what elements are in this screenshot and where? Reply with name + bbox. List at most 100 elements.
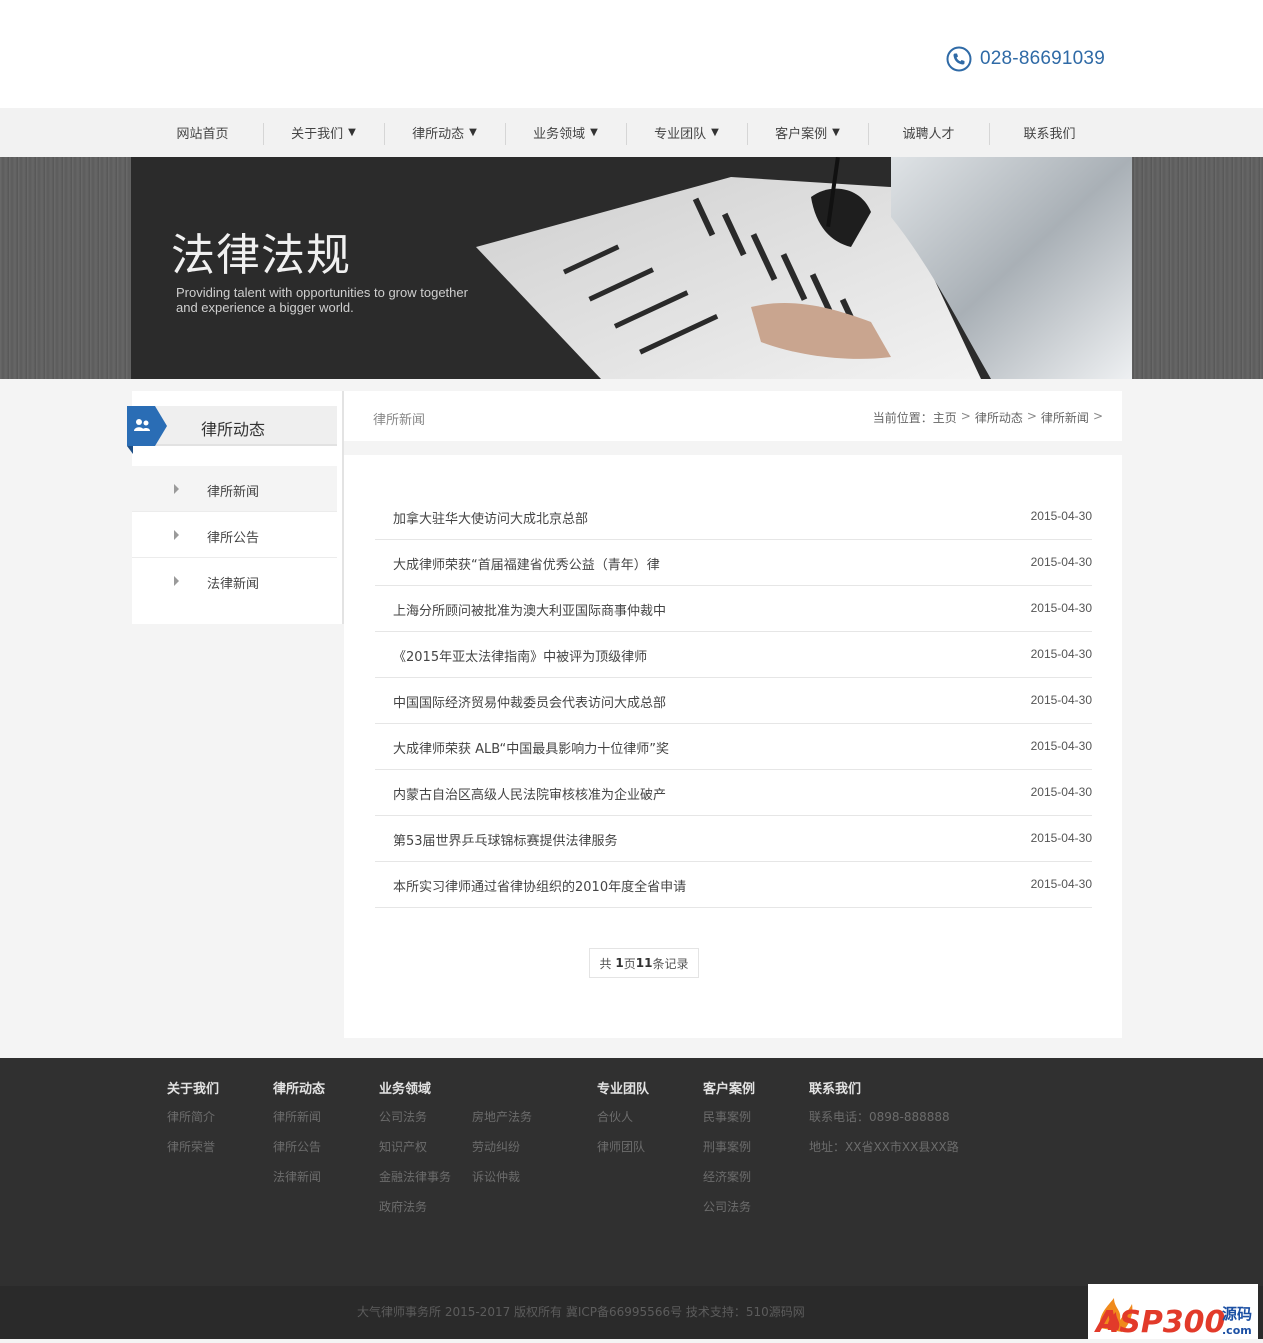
breadcrumb-home[interactable]: 主页 [933, 409, 957, 426]
breadcrumb-news[interactable]: 律所动态 [975, 409, 1023, 426]
news-title[interactable]: 加拿大驻华大使访问大成北京总部 [393, 508, 588, 527]
nav-item-news[interactable]: 律所动态 ▼ [384, 108, 505, 157]
news-title[interactable]: 本所实习律师通过省律协组织的2010年度全省申请 [393, 876, 686, 895]
footer-heading: 联系我们 [809, 1082, 862, 1097]
nav-item-home[interactable]: 网站首页 [142, 108, 263, 157]
pagination-prefix: 共 [599, 956, 616, 971]
news-date: 2015-04-30 [1030, 877, 1092, 891]
pagination-pages: 1 [615, 956, 624, 970]
footer-link[interactable]: 律所公告 [273, 1132, 325, 1162]
news-item[interactable]: 内蒙古自治区高级人民法院审核核准为企业破产 2015-04-30 [375, 770, 1092, 816]
sidebar-title: 律所动态 [201, 420, 266, 439]
phone-number: 028-86691039 [980, 48, 1105, 69]
pagination-suffix: 条记录 [652, 956, 689, 971]
news-title[interactable]: 内蒙古自治区高级人民法院审核核准为企业破产 [393, 784, 666, 803]
footer-link[interactable]: 合伙人 [597, 1102, 649, 1132]
footer-link[interactable]: 知识产权 [379, 1132, 472, 1162]
footer-link[interactable]: 经济案例 [703, 1162, 755, 1192]
nav-item-cases[interactable]: 客户案例 ▼ [747, 108, 868, 157]
banner-title: 法律法规 [171, 230, 351, 281]
asp300-logo-icon: ASP300 源码 .com [1094, 1298, 1252, 1340]
copyright-text: 大气律师事务所 2015-2017 版权所有 冀ICP备66995566号 技术… [357, 1305, 805, 1319]
svg-text:.com: .com [1222, 1324, 1252, 1337]
sidebar-item-label: 律所公告 [207, 531, 260, 546]
news-item[interactable]: 中国国际经济贸易仲裁委员会代表访问大成总部 2015-04-30 [375, 678, 1092, 724]
footer-link[interactable]: 刑事案例 [703, 1132, 755, 1162]
pagination-records: 11 [635, 956, 653, 970]
footer-heading: 关于我们 [167, 1082, 220, 1097]
news-item[interactable]: 《2015年亚太法律指南》中被评为顶级律师 2015-04-30 [375, 632, 1092, 678]
footer-link[interactable]: 律师团队 [597, 1132, 649, 1162]
news-title[interactable]: 第53届世界乒乓球锦标赛提供法律服务 [393, 830, 618, 849]
nav-label: 诚聘人才 [902, 127, 955, 142]
banner-subtitle-line: and experience a bigger world. [176, 300, 354, 315]
news-item[interactable]: 大成律师荣获 ALB“中国最具影响力十位律师”奖 2015-04-30 [375, 724, 1092, 770]
footer-col-practice: 业务领域 公司法务 知识产权 金融法律事务 政府法务 房地产法务 劳动纠纷 诉讼… [379, 1078, 565, 1222]
news-item[interactable]: 本所实习律师通过省律协组织的2010年度全省申请 2015-04-30 [375, 862, 1092, 908]
news-title[interactable]: 上海分所顾问被批准为澳大利亚国际商事仲裁中 [393, 600, 666, 619]
news-title[interactable]: 大成律师荣获“首届福建省优秀公益（青年）律 [393, 554, 660, 573]
sidebar-item-firm-news[interactable]: 律所新闻 [132, 466, 337, 512]
caret-down-icon: ▼ [469, 127, 477, 138]
news-title[interactable]: 中国国际经济贸易仲裁委员会代表访问大成总部 [393, 692, 666, 711]
news-date: 2015-04-30 [1030, 601, 1092, 615]
sidebar-menu: 律所新闻 律所公告 法律新闻 [132, 466, 337, 604]
nav-item-practice[interactable]: 业务领域 ▼ [505, 108, 626, 157]
footer-link[interactable]: 政府法务 [379, 1192, 472, 1222]
section-title: 律所新闻 [373, 413, 426, 428]
news-date: 2015-04-30 [1030, 509, 1092, 523]
footer-col-about: 关于我们 律所简介 律所荣誉 [167, 1078, 219, 1162]
caret-down-icon: ▼ [348, 127, 356, 138]
nav-item-careers[interactable]: 诚聘人才 [868, 108, 989, 157]
svg-text:ASP300: ASP300 [1094, 1305, 1225, 1339]
arrow-right-icon [174, 576, 179, 586]
breadcrumb-separator: > [960, 409, 971, 423]
caret-down-icon: ▼ [832, 127, 840, 138]
sidebar-item-firm-notices[interactable]: 律所公告 [132, 512, 337, 558]
copyright-bar: 大气律师事务所 2015-2017 版权所有 冀ICP备66995566号 技术… [0, 1286, 1263, 1339]
news-date: 2015-04-30 [1030, 555, 1092, 569]
news-list: 加拿大驻华大使访问大成北京总部 2015-04-30 大成律师荣获“首届福建省优秀… [375, 494, 1092, 908]
pagination-mid: 页 [623, 956, 636, 971]
news-date: 2015-04-30 [1030, 693, 1092, 707]
footer-link[interactable]: 诉讼仲裁 [472, 1162, 565, 1192]
caret-down-icon: ▼ [590, 127, 598, 138]
footer-col-team: 专业团队 合伙人 律师团队 [597, 1078, 649, 1162]
footer-heading: 客户案例 [703, 1082, 756, 1097]
footer-address: 地址：XX省XX市XX县XX路 [809, 1140, 959, 1154]
nav-label: 关于我们 [291, 127, 344, 142]
svg-text:源码: 源码 [1222, 1305, 1252, 1323]
news-title[interactable]: 大成律师荣获 ALB“中国最具影响力十位律师”奖 [393, 738, 669, 757]
footer-link[interactable]: 公司法务 [703, 1192, 755, 1222]
pagination-summary: 共 1 页 11 条记录 [589, 948, 699, 978]
nav-item-contact[interactable]: 联系我们 [989, 108, 1110, 157]
news-item[interactable]: 加拿大驻华大使访问大成北京总部 2015-04-30 [375, 494, 1092, 540]
footer-col-news: 律所动态 律所新闻 律所公告 法律新闻 [273, 1078, 325, 1192]
footer-link[interactable]: 金融法律事务 [379, 1162, 472, 1192]
nav-label: 联系我们 [1023, 127, 1076, 142]
footer-heading: 专业团队 [597, 1082, 650, 1097]
news-item[interactable]: 上海分所顾问被批准为澳大利亚国际商事仲裁中 2015-04-30 [375, 586, 1092, 632]
banner: 法律法规 Providing talent with opportunities… [0, 157, 1263, 379]
sidebar-item-label: 律所新闻 [207, 485, 260, 500]
caret-down-icon: ▼ [711, 127, 719, 138]
news-title[interactable]: 《2015年亚太法律指南》中被评为顶级律师 [393, 646, 647, 665]
nav-item-about[interactable]: 关于我们 ▼ [263, 108, 384, 157]
breadcrumb-current[interactable]: 律所新闻 [1041, 409, 1089, 426]
footer-link[interactable]: 公司法务 [379, 1102, 472, 1132]
footer-link[interactable]: 律所荣誉 [167, 1132, 219, 1162]
footer-link[interactable]: 劳动纠纷 [472, 1132, 565, 1162]
sidebar-item-legal-news[interactable]: 法律新闻 [132, 558, 337, 604]
news-content: 加拿大驻华大使访问大成北京总部 2015-04-30 大成律师荣获“首届福建省优秀… [344, 455, 1122, 1038]
footer-link[interactable]: 律所简介 [167, 1102, 219, 1132]
footer-link[interactable]: 房地产法务 [472, 1102, 565, 1132]
news-date: 2015-04-30 [1030, 647, 1092, 661]
news-item[interactable]: 第53届世界乒乓球锦标赛提供法律服务 2015-04-30 [375, 816, 1092, 862]
news-item[interactable]: 大成律师荣获“首届福建省优秀公益（青年）律 2015-04-30 [375, 540, 1092, 586]
footer-link[interactable]: 法律新闻 [273, 1162, 325, 1192]
nav-item-team[interactable]: 专业团队 ▼ [626, 108, 747, 157]
footer-link[interactable]: 民事案例 [703, 1102, 755, 1132]
footer-col-contact: 联系我们 联系电话：0898-888888 地址：XX省XX市XX县XX路 [809, 1078, 959, 1162]
footer-link[interactable]: 律所新闻 [273, 1102, 325, 1132]
arrow-right-icon [174, 484, 179, 494]
